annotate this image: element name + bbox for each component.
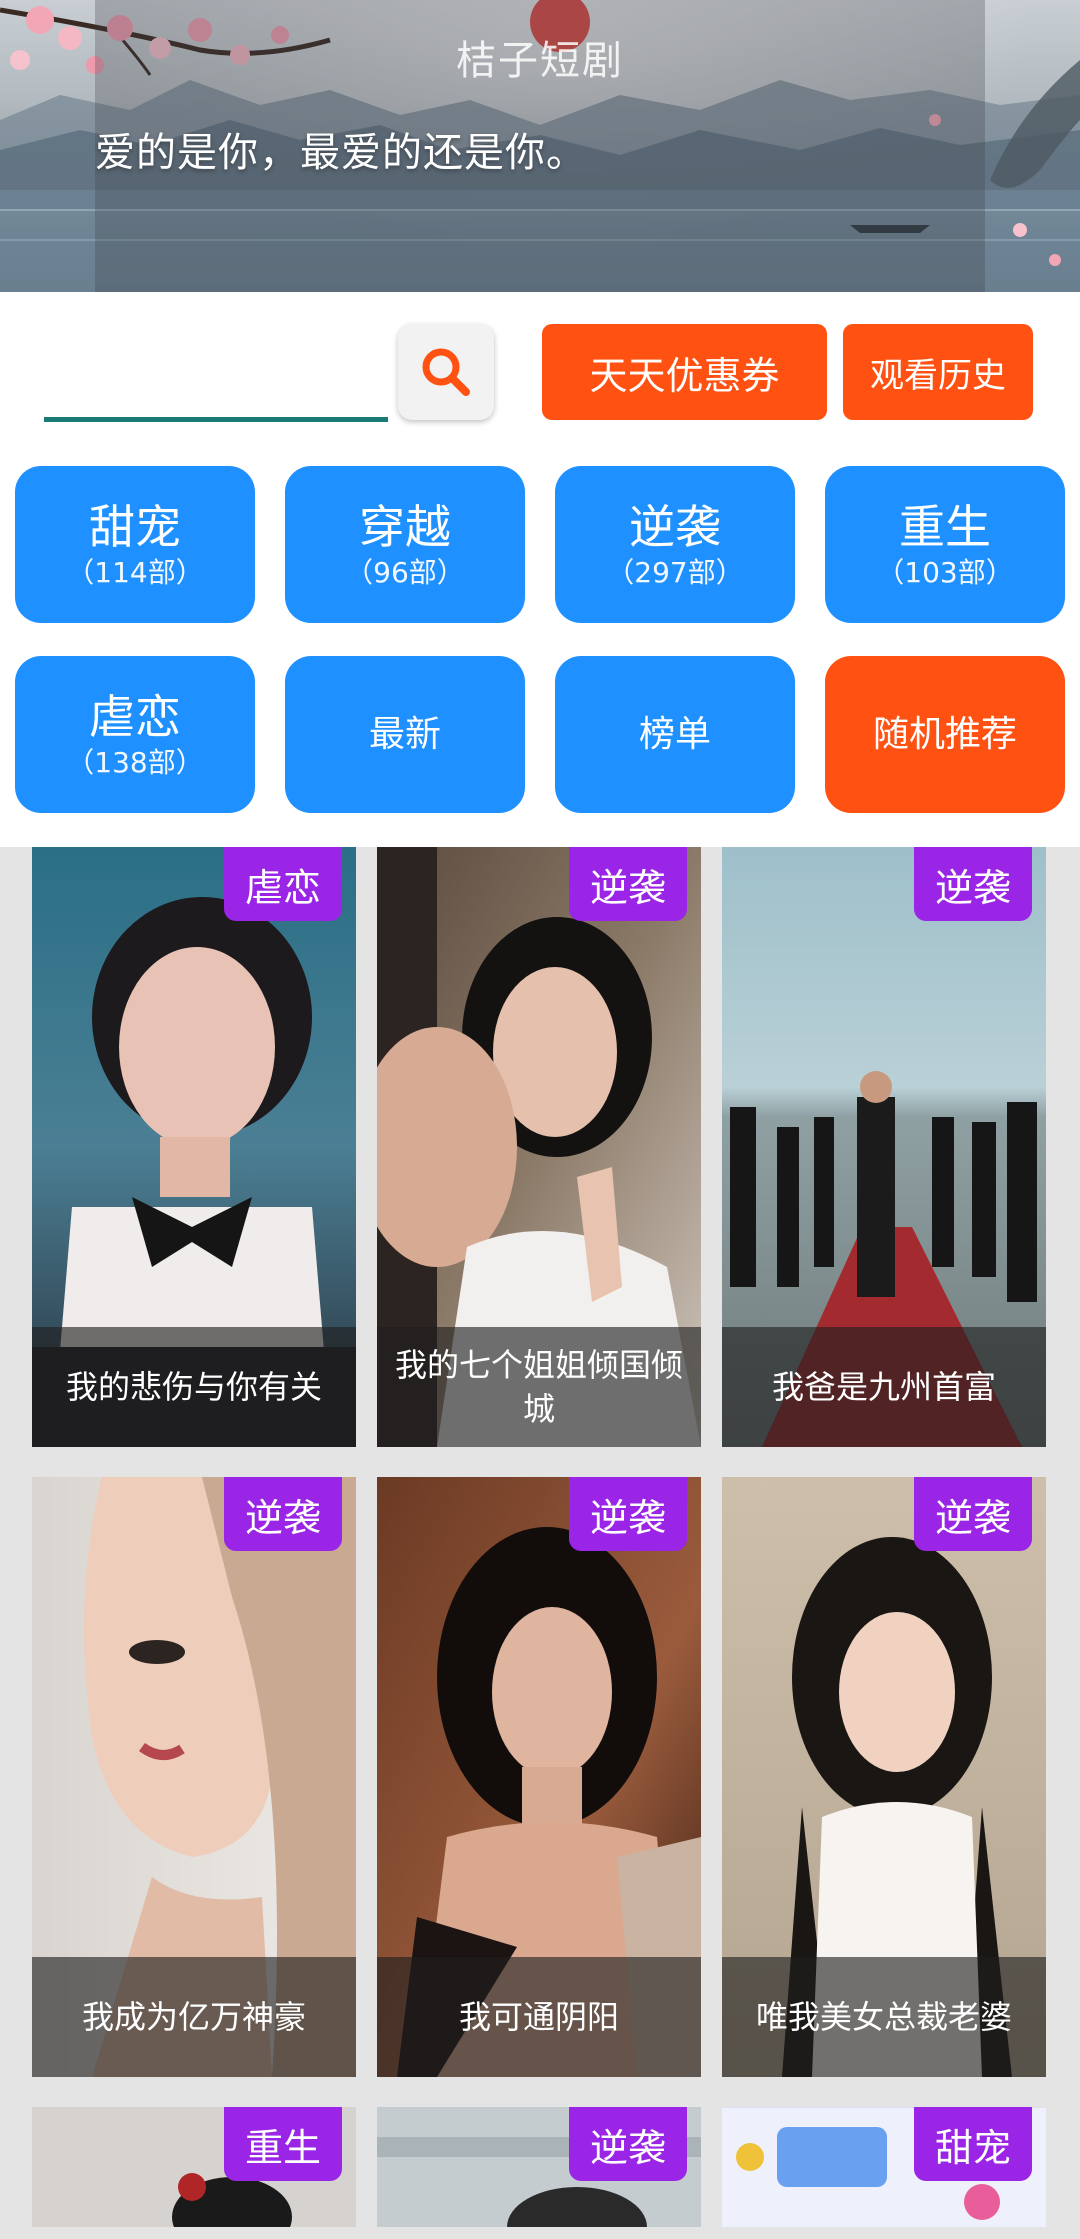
drama-card[interactable]: 逆袭 我可通阴阳	[377, 1477, 701, 2077]
drama-card[interactable]: 逆袭 我成为亿万神豪	[32, 1477, 356, 2077]
search-box	[44, 332, 388, 442]
category-tragic-love-button[interactable]: 虐恋 （138部）	[15, 656, 255, 813]
category-sweet-button[interactable]: 甜宠 （114部）	[15, 466, 255, 623]
drama-title: 我成为亿万神豪	[32, 1957, 356, 2077]
category-count: （96部）	[345, 555, 465, 589]
search-input[interactable]	[44, 342, 388, 422]
search-button[interactable]	[398, 324, 494, 420]
category-comeback-button[interactable]: 逆袭 （297部）	[555, 466, 795, 623]
app-title: 桔子短剧	[456, 38, 624, 84]
watch-history-button[interactable]: 观看历史	[843, 324, 1033, 420]
category-name: 随机推荐	[872, 713, 1017, 755]
drama-card[interactable]: 逆袭	[377, 2107, 701, 2227]
drama-card[interactable]: 虐恋 我的悲伤与你有关	[32, 847, 356, 1447]
drama-title: 我爸是九州首富	[722, 1327, 1046, 1447]
category-name: 最新	[368, 713, 441, 755]
category-name: 甜宠	[89, 499, 181, 554]
drama-card[interactable]: 逆袭 唯我美女总裁老婆	[722, 1477, 1046, 2077]
search-icon	[422, 348, 470, 396]
drama-card[interactable]: 重生	[32, 2107, 356, 2227]
category-name: 穿越	[359, 499, 451, 554]
genre-tag: 虐恋	[224, 847, 342, 921]
category-count: （103部）	[876, 555, 1014, 589]
category-name: 榜单	[638, 713, 711, 755]
drama-card[interactable]: 逆袭 我的七个姐姐倾国倾城	[377, 847, 701, 1447]
genre-tag: 逆袭	[569, 2107, 687, 2181]
genre-tag: 逆袭	[569, 1477, 687, 1551]
daily-coupon-button[interactable]: 天天优惠券	[542, 324, 827, 420]
genre-tag: 逆袭	[224, 1477, 342, 1551]
category-name: 逆袭	[629, 499, 721, 554]
genre-tag: 逆袭	[914, 847, 1032, 921]
genre-tag: 逆袭	[569, 847, 687, 921]
random-recommend-button[interactable]: 随机推荐	[825, 656, 1065, 813]
control-panel: 天天优惠券 观看历史 甜宠 （114部） 穿越 （96部） 逆袭 （297部） …	[0, 292, 1080, 847]
drama-card[interactable]: 甜宠	[722, 2107, 1046, 2227]
genre-tag: 重生	[224, 2107, 342, 2181]
drama-title: 我的悲伤与你有关	[32, 1327, 356, 1447]
category-count: （114部）	[66, 555, 204, 589]
latest-button[interactable]: 最新	[285, 656, 525, 813]
drama-title: 我的七个姐姐倾国倾城	[377, 1327, 701, 1447]
category-name: 重生	[899, 499, 991, 554]
ranking-button[interactable]: 榜单	[555, 656, 795, 813]
category-time-travel-button[interactable]: 穿越 （96部）	[285, 466, 525, 623]
category-count: （297部）	[606, 555, 744, 589]
drama-title: 我可通阴阳	[377, 1957, 701, 2077]
genre-tag: 逆袭	[914, 1477, 1032, 1551]
category-rebirth-button[interactable]: 重生 （103部）	[825, 466, 1065, 623]
drama-title: 唯我美女总裁老婆	[722, 1957, 1046, 2077]
banner-slogan: 爱的是你，最爱的还是你。	[95, 130, 587, 176]
drama-card[interactable]: 逆袭 我爸是九州首富	[722, 847, 1046, 1447]
top-banner: 桔子短剧 爱的是你，最爱的还是你。	[0, 0, 1080, 292]
category-name: 虐恋	[89, 689, 181, 744]
genre-tag: 甜宠	[914, 2107, 1032, 2181]
category-count: （138部）	[66, 745, 204, 779]
